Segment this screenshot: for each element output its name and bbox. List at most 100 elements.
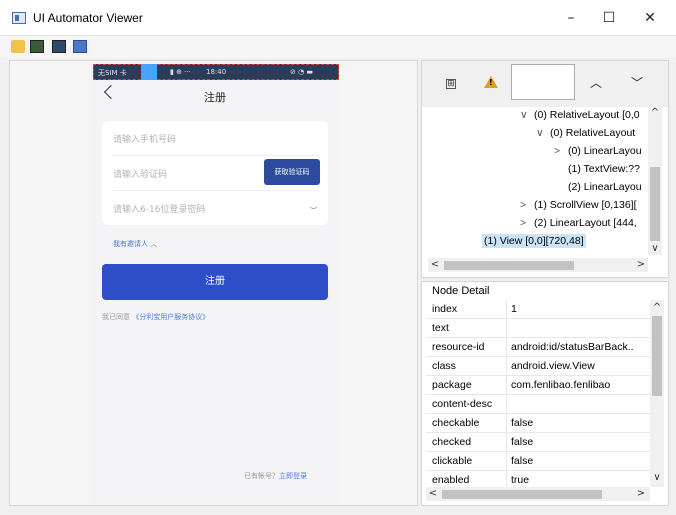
table-row[interactable]: resource-id android:id/statusBarBack.. [426, 338, 650, 357]
detail-value: android.view.View [511, 360, 595, 372]
code-input[interactable]: 请输入验证码 [113, 167, 167, 180]
detail-key: enabled [432, 474, 470, 486]
tree-horizontal-scrollbar[interactable]: < > [428, 258, 648, 272]
collapse-icon[interactable]: ∨ [536, 127, 550, 139]
maximize-button[interactable]: ☐ [586, 0, 632, 36]
divider [113, 155, 319, 156]
detail-value: true [511, 474, 530, 486]
device-screenshot-compressed-icon[interactable] [52, 40, 66, 53]
tree-node[interactable]: (1) TextView:?? [554, 163, 640, 175]
phone-input[interactable]: 请输入手机号码 [113, 132, 176, 145]
detail-value: android:id/statusBarBack.. [511, 341, 634, 353]
detail-vertical-scrollbar[interactable]: ^ ∨ [650, 300, 664, 487]
next-match-button[interactable]: ﹀ [627, 74, 647, 90]
column-divider [506, 471, 507, 487]
login-text: 已有帐号？立即登录 [244, 471, 307, 481]
scroll-right-icon[interactable]: > [634, 259, 648, 270]
detail-key: class [432, 360, 456, 372]
open-folder-icon[interactable] [11, 40, 25, 53]
tree-vertical-scrollbar[interactable]: ^ ∨ [648, 107, 662, 255]
detail-horizontal-scrollbar[interactable]: < > [426, 487, 650, 501]
detail-key: index [432, 303, 458, 315]
scroll-up-icon[interactable]: ^ [650, 302, 664, 313]
tree-node[interactable]: ∨ (0) RelativeLayout [0,0 [520, 109, 640, 121]
tree-node[interactable]: > (1) ScrollView [0,136][ [520, 199, 637, 211]
device-statusbar[interactable]: 无SIM 卡 ▮ ⊕ ··· 18:40 ⊘ ◔ ▬ [93, 64, 339, 80]
table-row[interactable]: checkable false [426, 414, 650, 433]
detail-key: package [432, 379, 472, 391]
column-divider [506, 433, 507, 452]
save-icon[interactable] [73, 40, 87, 53]
detail-key: resource-id [432, 341, 485, 353]
scroll-left-icon[interactable]: < [426, 488, 440, 499]
password-input[interactable]: 请输入6-16位登录密码 [113, 202, 205, 215]
table-row[interactable]: clickable false [426, 452, 650, 471]
tree-node-label: (0) RelativeLayout [550, 127, 636, 139]
scroll-up-icon[interactable]: ^ [648, 107, 662, 118]
window-title: UI Automator Viewer [33, 11, 143, 25]
statusbar-time: 18:40 [206, 68, 227, 76]
tree-node-label: (0) RelativeLayout [0,0 [534, 109, 640, 121]
detail-value: 1 [511, 303, 517, 315]
invite-toggle[interactable]: 我有邀请人 ︿ [113, 239, 157, 249]
scroll-thumb[interactable] [650, 167, 660, 241]
login-prefix: 已有帐号？ [244, 472, 279, 480]
collapse-icon[interactable]: ∨ [520, 109, 534, 121]
node-detail-title: Node Detail [432, 285, 490, 297]
detail-key: checked [432, 436, 472, 448]
toolbar [0, 36, 676, 58]
table-row[interactable]: class android.view.View [426, 357, 650, 376]
statusbar-carrier: 无SIM 卡 [98, 69, 127, 77]
tree-node-label: (2) LinearLayou [568, 181, 642, 193]
table-row[interactable]: package com.fenlibao.fenlibao [426, 376, 650, 395]
scroll-down-icon[interactable]: ∨ [650, 472, 664, 483]
table-row[interactable]: content-desc [426, 395, 650, 414]
column-divider [506, 452, 507, 471]
warning-icon[interactable]: ! [484, 76, 498, 88]
hierarchy-tree: ∨ (0) RelativeLayout [0,0 ∨ (0) RelativeLa… [422, 107, 648, 255]
tree-node[interactable]: (2) LinearLayou [554, 181, 642, 193]
table-row[interactable]: index 1 [426, 300, 650, 319]
expand-icon[interactable]: > [520, 217, 534, 229]
scroll-left-icon[interactable]: < [428, 259, 442, 270]
statusbar-selected-node [141, 64, 157, 80]
app-icon [12, 12, 26, 24]
agreement-prefix: 我已同意 [102, 313, 130, 321]
search-input[interactable] [511, 64, 575, 100]
get-code-button[interactable]: 获取验证码 [264, 159, 320, 185]
tree-node-label: (2) LinearLayout [444, [534, 217, 637, 229]
tree-node-label: (1) TextView:?? [568, 163, 640, 175]
expand-icon[interactable]: > [520, 199, 534, 211]
table-row[interactable]: text [426, 319, 650, 338]
tree-node[interactable]: > (0) LinearLayou [554, 145, 642, 157]
table-row[interactable]: checked false [426, 433, 650, 452]
tree-node-label: (1) View [0,0][720,48] [484, 235, 584, 247]
tree-node[interactable]: ∨ (0) RelativeLayout [536, 127, 635, 139]
detail-key: text [432, 322, 449, 334]
scroll-down-icon[interactable]: ∨ [648, 243, 662, 254]
agreement-text: 我已同意 《分利宝用户服务协议》 [102, 312, 209, 322]
expand-icon[interactable]: > [554, 145, 568, 157]
close-button[interactable]: ✕ [627, 0, 673, 36]
detail-key: clickable [432, 455, 473, 467]
column-divider [506, 319, 507, 338]
scroll-right-icon[interactable]: > [634, 488, 648, 499]
scroll-thumb[interactable] [442, 490, 602, 499]
agreement-link[interactable]: 《分利宝用户服务协议》 [132, 313, 209, 321]
column-divider [506, 338, 507, 357]
register-button[interactable]: 注册 [102, 264, 328, 300]
detail-value: false [511, 455, 534, 467]
column-divider [506, 357, 507, 376]
tree-node-selected[interactable]: (1) View [0,0][720,48] [482, 234, 586, 248]
previous-match-button[interactable]: ︿ [586, 74, 606, 90]
scroll-thumb[interactable] [652, 316, 662, 396]
table-row[interactable]: enabled true [426, 471, 650, 487]
login-link[interactable]: 立即登录 [279, 472, 307, 480]
expand-all-icon[interactable]: ⊞ [446, 79, 456, 89]
tree-node[interactable]: > (2) LinearLayout [444, [520, 217, 637, 229]
statusbar-right-icons: ⊘ ◔ ▬ [290, 68, 314, 76]
device-screenshot-icon[interactable] [30, 40, 44, 53]
divider [113, 190, 319, 191]
column-divider [506, 414, 507, 433]
scroll-thumb[interactable] [444, 261, 574, 270]
